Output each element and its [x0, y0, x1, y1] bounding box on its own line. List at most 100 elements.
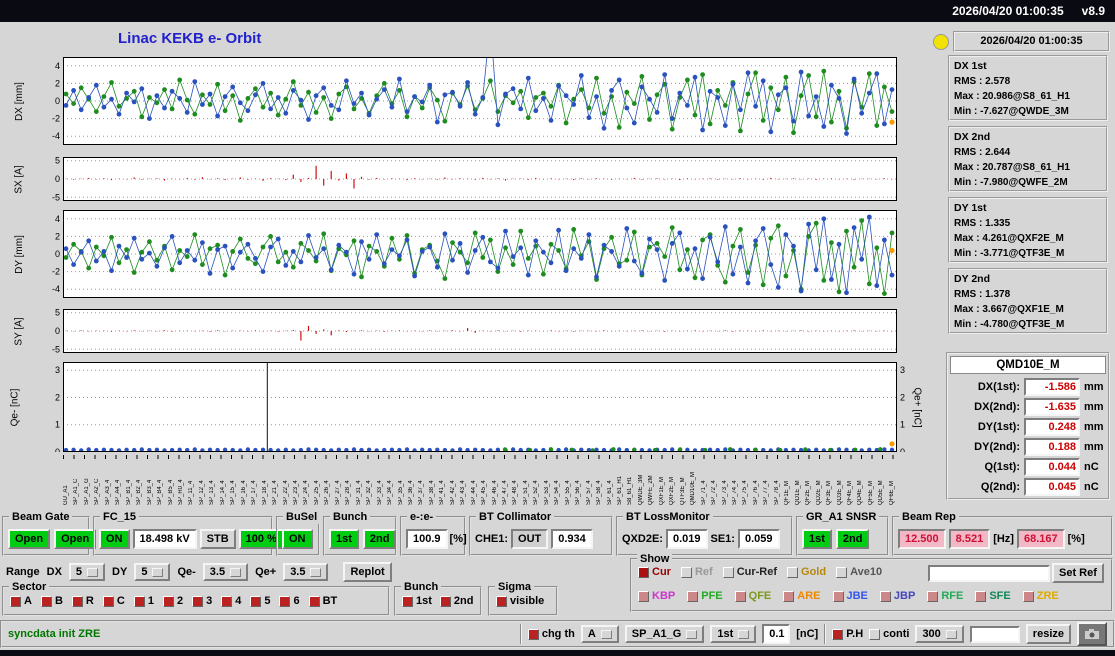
checkbox-indicator-icon: [134, 596, 145, 607]
bunch-select[interactable]: 1st: [710, 625, 756, 643]
che1-out-button[interactable]: OUT: [511, 529, 548, 549]
checkbox-6[interactable]: 6: [279, 595, 299, 607]
checkbox-indicator-icon: [783, 591, 794, 602]
checkbox-c[interactable]: C: [103, 595, 125, 607]
range-dy-select[interactable]: 5: [134, 563, 170, 581]
checkbox-rfe[interactable]: RFE: [927, 590, 963, 602]
monitor-select[interactable]: SP_A1_G: [625, 625, 705, 643]
checkbox-indicator-icon: [440, 596, 451, 607]
monitor-name-label: SP_21_4: [272, 455, 279, 505]
checkbox-3[interactable]: 3: [192, 595, 212, 607]
monitor-label: Q(2nd):: [964, 481, 1020, 493]
checkbox-a[interactable]: A: [10, 595, 32, 607]
range-qe-plus-select[interactable]: 3.5: [283, 563, 328, 581]
separator: [824, 624, 826, 644]
svg-text:2: 2: [55, 78, 60, 88]
fc15-stb-button[interactable]: STB: [200, 529, 236, 549]
monitor-unit: mm: [1084, 381, 1104, 393]
checkbox-are[interactable]: ARE: [783, 590, 820, 602]
monitor-name-label: QF5E_M: [868, 455, 875, 505]
checkbox-1st[interactable]: 1st: [402, 595, 432, 607]
checkbox-indicator-icon: [10, 596, 21, 607]
beam-gate-open-2-button[interactable]: Open: [54, 529, 96, 549]
fc15-on-button[interactable]: ON: [99, 529, 130, 549]
bunch-1st-button[interactable]: 1st: [329, 529, 359, 549]
dy-orbit-chart: 420-2-4: [43, 210, 897, 303]
interval-select[interactable]: 300: [915, 625, 963, 643]
monitor-name-label: QD3E_M: [837, 455, 844, 505]
monitor-name-label: SP_27_4: [335, 455, 342, 505]
checkbox-label: ZRE: [1037, 590, 1059, 602]
svg-text:-4: -4: [52, 131, 60, 141]
checkbox-label: ARE: [797, 590, 820, 602]
checkbox-sfe[interactable]: SFE: [975, 590, 1010, 602]
monitor-value: -1.586: [1024, 378, 1080, 396]
beam-gate-open-1-button[interactable]: Open: [8, 529, 50, 549]
monitor-name-label: SP_72_4: [711, 455, 718, 505]
dy-axis-title: DY [mm]: [10, 210, 28, 298]
beam-rep-value-3: 68.167: [1017, 529, 1065, 549]
monitor-unit: mm: [1084, 401, 1104, 413]
checkbox-r[interactable]: R: [72, 595, 94, 607]
monitor-name-label: SP_58_4: [596, 455, 603, 505]
set-ref-button[interactable]: Set Ref: [1052, 563, 1104, 583]
checkbox-cur[interactable]: Cur: [638, 566, 671, 578]
checkbox-2[interactable]: 2: [163, 595, 183, 607]
checkbox-visible[interactable]: visible: [496, 595, 544, 607]
monitor-label: DX(2nd):: [964, 401, 1020, 413]
checkbox-qfe[interactable]: QFE: [735, 590, 772, 602]
checkbox-5[interactable]: 5: [250, 595, 270, 607]
checkbox-cur-ref[interactable]: Cur-Ref: [723, 566, 777, 578]
checkbox-ph[interactable]: P.H: [832, 628, 863, 640]
dx-axis-title: DX [mm]: [10, 57, 28, 145]
sector-frame: Sector ABRC123456BT: [2, 586, 390, 616]
checkbox-label: Ref: [695, 566, 713, 578]
range-dx-label: DX: [47, 566, 62, 578]
checkbox-conti[interactable]: conti: [869, 628, 909, 640]
checkbox-label: visible: [510, 595, 544, 607]
checkbox-zre[interactable]: ZRE: [1023, 590, 1059, 602]
checkbox-ave10[interactable]: Ave10: [836, 566, 882, 578]
monitor-name-label: QF2E_M: [805, 455, 812, 505]
checkbox-label: 1st: [416, 595, 432, 607]
gr-snsr-1st-button[interactable]: 1st: [802, 529, 832, 549]
range-dx-select[interactable]: 5: [69, 563, 105, 581]
monitor-name-label: QWFE_2M: [648, 455, 655, 505]
checkbox-1[interactable]: 1: [134, 595, 154, 607]
replot-button[interactable]: Replot: [343, 562, 391, 582]
checkbox-gold[interactable]: Gold: [787, 566, 826, 578]
checkbox-bt[interactable]: BT: [309, 595, 338, 607]
interval-entry[interactable]: [970, 626, 1020, 643]
gr-snsr-2nd-button[interactable]: 2nd: [836, 529, 870, 549]
threshold-field[interactable]: 0.1: [762, 624, 790, 644]
monitor-name-label: SP_A2_C: [94, 455, 101, 505]
bt-lossmonitor-frame: BT LossMonitor QXD2E: 0.019 SE1: 0.059: [616, 516, 793, 556]
resize-button[interactable]: resize: [1026, 624, 1071, 644]
checkbox-indicator-icon: [221, 596, 232, 607]
checkbox-jbp[interactable]: JBP: [880, 590, 915, 602]
monitor-name-label: GU_A1: [63, 455, 70, 505]
svg-text:0: 0: [55, 249, 60, 259]
stat-max: Max : 20.986@S8_61_H1: [954, 89, 1102, 104]
checkbox-4[interactable]: 4: [221, 595, 241, 607]
screenshot-button[interactable]: [1077, 622, 1107, 646]
charge-chart: 33221100: [43, 362, 911, 457]
checkbox-kbp[interactable]: KBP: [638, 590, 675, 602]
checkbox-chg-th[interactable]: chg th: [528, 628, 575, 640]
monitor-name-label: S8_61_H1: [627, 455, 634, 505]
monitor-name-label: SP_44_4: [471, 455, 478, 505]
checkbox-b[interactable]: B: [41, 595, 63, 607]
checkbox-ref[interactable]: Ref: [681, 566, 713, 578]
ref-entry[interactable]: [928, 565, 1050, 582]
range-qe-minus-select[interactable]: 3.5: [203, 563, 248, 581]
checkbox-2nd[interactable]: 2nd: [440, 595, 474, 607]
bunch-2nd-button[interactable]: 2nd: [363, 529, 397, 549]
checkbox-indicator-icon: [528, 629, 539, 640]
beam-rep-hz-unit: [Hz]: [993, 533, 1014, 545]
checkbox-jbe[interactable]: JBE: [833, 590, 868, 602]
checkbox-pfe[interactable]: PFE: [687, 590, 722, 602]
busel-on-button[interactable]: ON: [282, 529, 313, 549]
sector-select[interactable]: A: [581, 625, 619, 643]
fc15-frame-label: FC_15: [100, 510, 139, 524]
checkbox-indicator-icon: [787, 567, 798, 578]
